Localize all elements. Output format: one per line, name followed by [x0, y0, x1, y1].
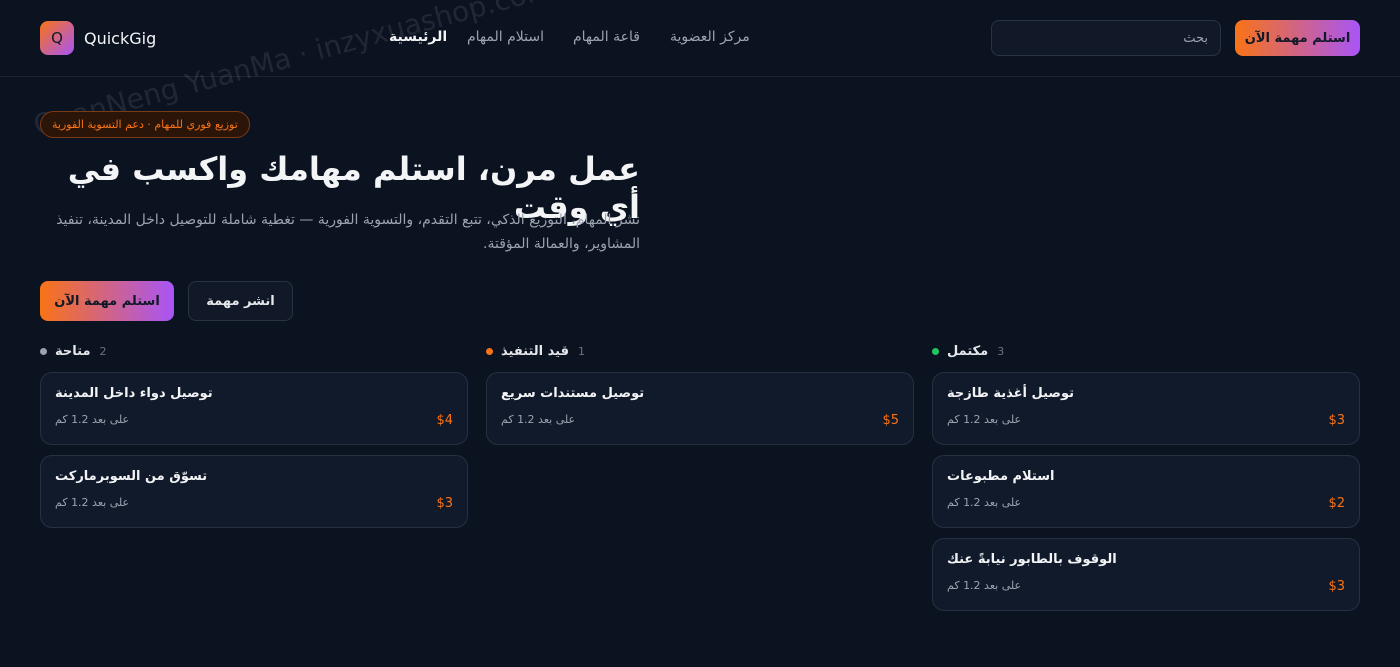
- task-distance: على بعد 1.2 كم: [947, 579, 1022, 592]
- task-price: $3: [1328, 413, 1345, 428]
- task-distance: على بعد 1.2 كم: [501, 413, 576, 426]
- status-dot: [486, 347, 493, 355]
- search-input[interactable]: [991, 20, 1221, 56]
- task-title: استلام مطبوعات: [947, 469, 1055, 484]
- hero-description: نشر المهام، التوزيع الذكي، تتبع التقدم، …: [56, 212, 640, 252]
- brand-name: QuickGig: [84, 28, 157, 48]
- task-price: $4: [436, 413, 453, 428]
- task-title: توصيل مستندات سريع: [501, 386, 645, 401]
- column-count: 3: [997, 344, 1005, 358]
- column-completed: مكتمل 3 توصيل أغذية طازجة على بعد 1.2 كم…: [932, 340, 1360, 611]
- post-task-button[interactable]: انشر مهمة: [188, 281, 293, 321]
- task-distance: على بعد 1.2 كم: [947, 496, 1022, 509]
- column-count: 2: [99, 344, 107, 358]
- column-title: قيد التنفيذ: [501, 343, 569, 359]
- column-header: مكتمل 3: [932, 340, 1360, 362]
- nav-task-hall[interactable]: قاعة المهام: [573, 29, 640, 45]
- column-available: متاحة 2 توصيل دواء داخل المدينة على بعد …: [40, 340, 468, 528]
- task-title: توصيل دواء داخل المدينة: [55, 386, 213, 401]
- task-price: $2: [1328, 496, 1345, 511]
- column-title: متاحة: [55, 343, 91, 359]
- task-distance: على بعد 1.2 كم: [947, 413, 1022, 426]
- task-card[interactable]: تسوّق من السوبرماركت على بعد 1.2 كم $3: [40, 455, 468, 528]
- hero-claim-task-button[interactable]: استلم مهمة الآن: [40, 281, 174, 321]
- task-card[interactable]: توصيل أغذية طازجة على بعد 1.2 كم $3: [932, 372, 1360, 445]
- column-header: متاحة 2: [40, 340, 468, 362]
- task-card[interactable]: توصيل مستندات سريع على بعد 1.2 كم $5: [486, 372, 914, 445]
- status-dot: [932, 347, 939, 355]
- column-title: مكتمل: [947, 343, 989, 359]
- brand-logo: Q: [40, 21, 74, 55]
- nav-membership[interactable]: مركز العضوية: [670, 29, 750, 45]
- task-card[interactable]: توصيل دواء داخل المدينة على بعد 1.2 كم $…: [40, 372, 468, 445]
- hero-badge: توزيع فوري للمهام · دعم التسوية الفورية: [40, 111, 250, 138]
- task-card[interactable]: الوقوف بالطابور نيابةً عنك على بعد 1.2 ك…: [932, 538, 1360, 611]
- column-in-progress: قيد التنفيذ 1 توصيل مستندات سريع على بعد…: [486, 340, 914, 445]
- status-dot: [40, 347, 47, 355]
- task-card[interactable]: استلام مطبوعات على بعد 1.2 كم $2: [932, 455, 1360, 528]
- top-header: Q QuickGig الرئيسية استلام المهام قاعة ا…: [0, 0, 1400, 77]
- task-title: توصيل أغذية طازجة: [947, 386, 1075, 401]
- nav-home[interactable]: الرئيسية: [389, 29, 447, 45]
- task-title: تسوّق من السوبرماركت: [55, 469, 208, 484]
- nav-claim-tasks[interactable]: استلام المهام: [467, 29, 544, 45]
- header-claim-task-button[interactable]: استلم مهمة الآن: [1235, 20, 1360, 56]
- task-price: $5: [882, 413, 899, 428]
- task-distance: على بعد 1.2 كم: [55, 496, 130, 509]
- task-price: $3: [1328, 579, 1345, 594]
- column-count: 1: [577, 344, 585, 358]
- task-title: الوقوف بالطابور نيابةً عنك: [947, 552, 1117, 567]
- task-distance: على بعد 1.2 كم: [55, 413, 130, 426]
- column-header: قيد التنفيذ 1: [486, 340, 914, 362]
- task-price: $3: [436, 496, 453, 511]
- brand[interactable]: Q QuickGig: [40, 21, 156, 55]
